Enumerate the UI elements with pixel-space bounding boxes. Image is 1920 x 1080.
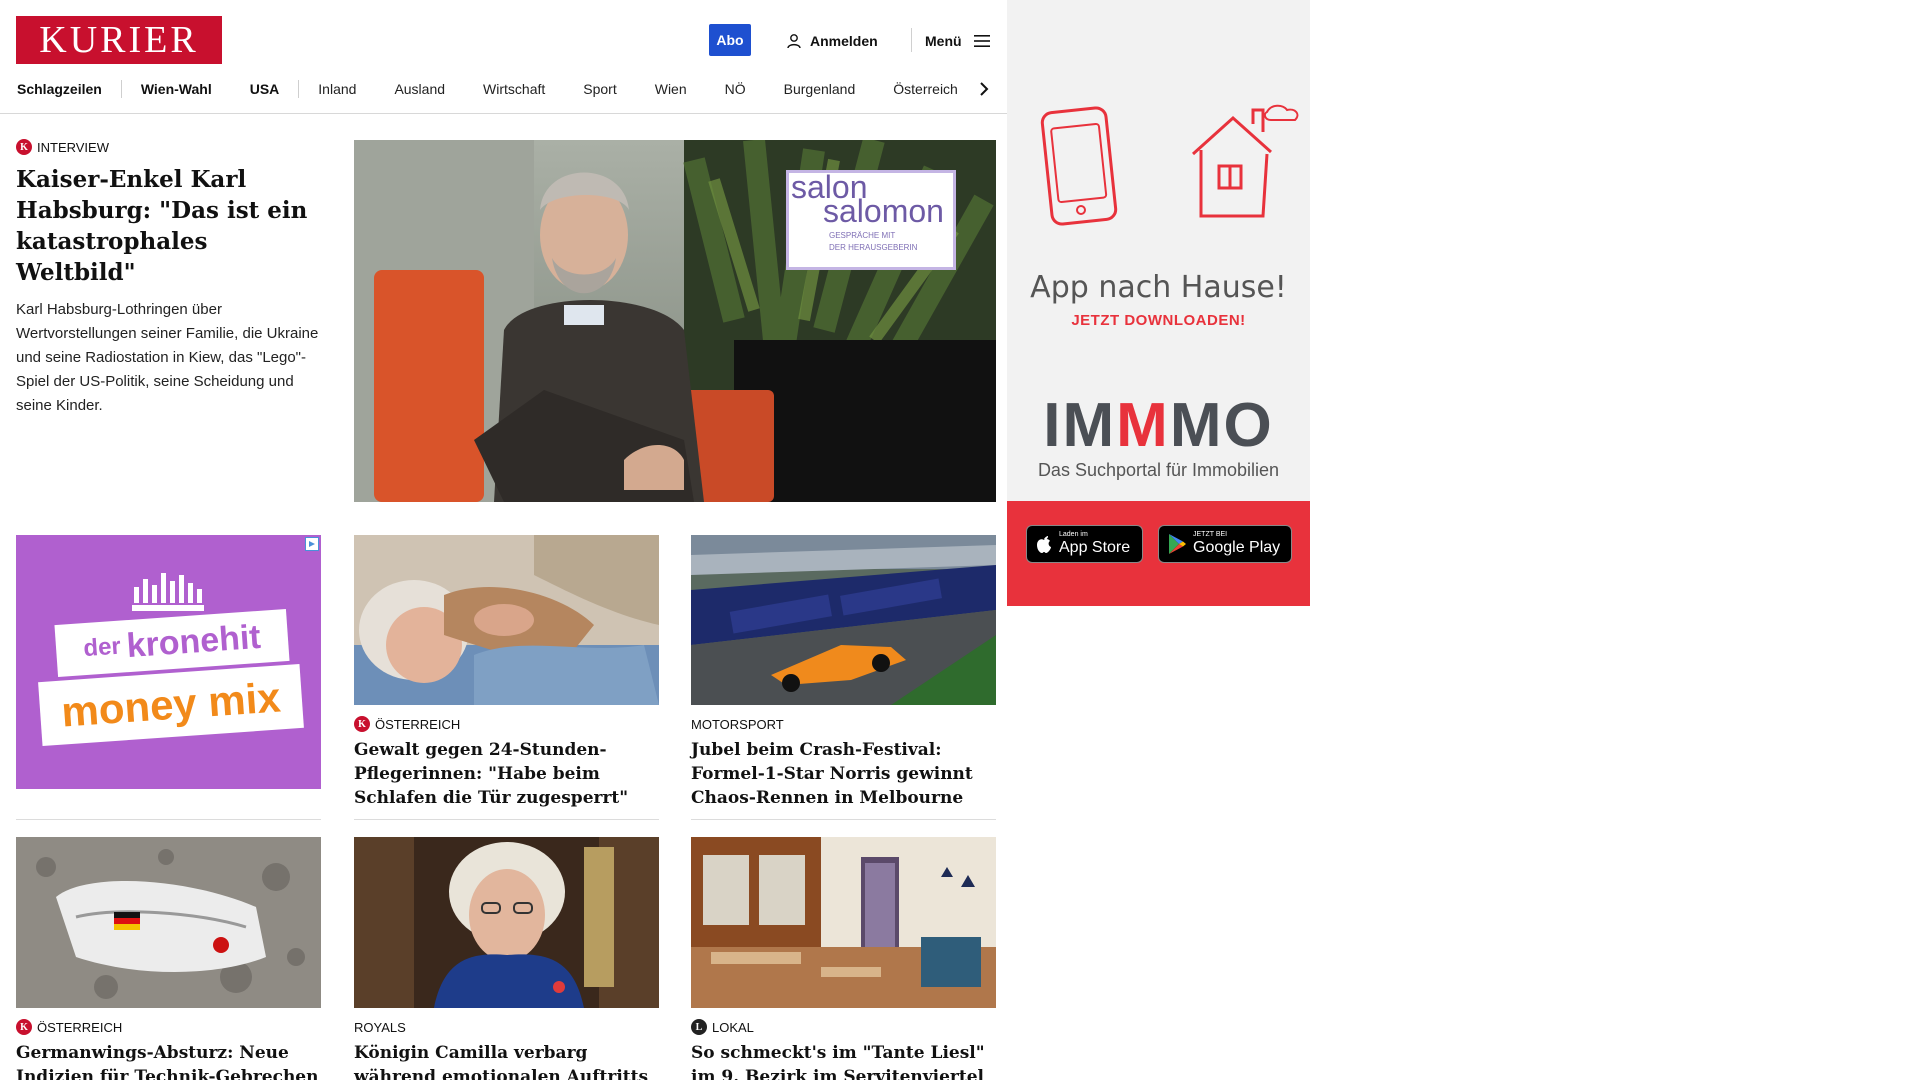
google-play-label: Google Play [1193, 539, 1281, 556]
site-header: KURIER Abo Anmelden Menü Schlagzeilen Wi… [0, 0, 1007, 114]
kurier-logo[interactable]: KURIER [16, 16, 222, 64]
crown-icon [132, 573, 204, 611]
google-play-small: JETZT BEI [1193, 531, 1228, 538]
hamburger-icon [973, 35, 990, 47]
phone-icon [1040, 106, 1118, 226]
apple-icon [1037, 536, 1051, 553]
ad-kronehit: kronehit [125, 617, 262, 665]
lead-teaser: Karl Habsburg-Lothringen über Wertvorste… [16, 301, 319, 414]
k-plus-icon: K [354, 716, 370, 732]
lead-image[interactable]: salon salomon GESPRÄCHE MIT DER HERAUSGE… [354, 140, 996, 502]
k-plus-icon: K [16, 1019, 32, 1035]
card-image-restaurant[interactable] [691, 837, 996, 1008]
house-icon [1191, 104, 1299, 218]
restaurant-photo [691, 837, 996, 1008]
card-kicker-label: ROYALS [354, 1019, 406, 1035]
card-divider [354, 819, 659, 820]
card-kicker-label: MOTORSPORT [691, 716, 784, 732]
pflege-photo [354, 535, 659, 705]
nav-item-noe[interactable]: NÖ [706, 76, 765, 102]
card-divider [691, 819, 996, 820]
lead-headline[interactable]: Kaiser-Enkel Karl Habsburg: "Das ist ein… [16, 164, 321, 288]
card-headline[interactable]: So schmeckt's im "Tante Liesl" im 9. Bez… [691, 1041, 994, 1080]
chevron-right-icon [980, 82, 989, 96]
kronehit-card-bottom: money mix [38, 663, 304, 747]
salon-salomon-badge: salon salomon GESPRÄCHE MIT DER HERAUSGE… [786, 169, 956, 270]
immmo-logo-m: M [1116, 391, 1170, 460]
nav-item-ausland[interactable]: Ausland [375, 76, 464, 102]
nav-item-usa[interactable]: USA [231, 76, 299, 102]
login-label: Anmelden [810, 33, 878, 49]
lead-kicker: K INTERVIEW [16, 138, 321, 156]
kronehit-ad[interactable]: der kronehit money mix [16, 535, 321, 789]
nav-item-wirtschaft[interactable]: Wirtschaft [464, 76, 564, 102]
card-image-germanwings[interactable] [16, 837, 321, 1008]
side-ad-app[interactable]: App nach Hause! JETZT DOWNLOADEN! IMMMO … [1007, 0, 1310, 606]
article-card[interactable]: K ÖSTERREICH Germanwings-Absturz: Neue I… [16, 1008, 319, 1080]
nav-item-sport[interactable]: Sport [564, 76, 635, 102]
badge-subline-1: GESPRÄCHE MIT [829, 231, 896, 240]
abo-button[interactable]: Abo [709, 24, 751, 56]
article-card[interactable]: ROYALS Königin Camilla verbarg während e… [354, 1008, 657, 1080]
app-store-button[interactable]: Laden im App Store [1026, 525, 1143, 563]
badge-subline-2: DER HERAUSGEBERIN [829, 243, 918, 252]
app-store-label: App Store [1059, 539, 1131, 556]
google-play-icon [1169, 534, 1186, 554]
row-divider [16, 819, 321, 820]
nav-item-oesterreich[interactable]: Österreich [874, 76, 977, 102]
app-title: App nach Hause! [1030, 270, 1287, 305]
app-store-small: Laden im [1059, 531, 1088, 538]
camilla-photo [354, 837, 659, 1008]
k-plus-icon: K [16, 139, 32, 155]
card-kicker: ROYALS [354, 1018, 657, 1036]
nav-scroll-right[interactable] [972, 76, 996, 102]
article-card[interactable]: MOTORSPORT Jubel beim Crash-Festival: Fo… [691, 705, 994, 810]
card-headline[interactable]: Jubel beim Crash-Festival: Formel-1-Star… [691, 738, 994, 810]
card-image-formel1[interactable] [691, 535, 996, 705]
lokal-icon: L [691, 1019, 707, 1035]
card-kicker-label: ÖSTERREICH [375, 716, 461, 732]
google-play-button[interactable]: JETZT BEI Google Play [1158, 525, 1292, 563]
card-kicker: K ÖSTERREICH [16, 1018, 319, 1036]
adchoices-icon[interactable] [305, 537, 319, 551]
card-headline[interactable]: Germanwings-Absturz: Neue Indizien für T… [16, 1041, 319, 1080]
app-download-cta[interactable]: JETZT DOWNLOADEN! [1007, 312, 1310, 329]
lead-kicker-label: INTERVIEW [37, 139, 109, 155]
nav-item-wien-wahl[interactable]: Wien-Wahl [122, 76, 231, 102]
lead-article[interactable]: K INTERVIEW Kaiser-Enkel Karl Habsburg: … [16, 138, 321, 418]
germanwings-photo [16, 837, 321, 1008]
article-card[interactable]: K ÖSTERREICH Gewalt gegen 24-Stunden-Pfl… [354, 705, 657, 810]
formel1-photo [691, 535, 996, 705]
card-kicker: MOTORSPORT [691, 715, 994, 733]
menu-label: Menü [925, 33, 962, 49]
nav-item-wien[interactable]: Wien [636, 76, 706, 102]
immmo-tagline: Das Suchportal für Immobilien [1037, 460, 1280, 480]
main-nav: Schlagzeilen Wien-Wahl USA Inland Auslan… [0, 76, 1007, 102]
immmo-logo-b: MO [1169, 391, 1274, 460]
header-divider [911, 28, 912, 52]
nav-item-schlagzeilen[interactable]: Schlagzeilen [0, 76, 121, 102]
card-kicker: L LOKAL [691, 1018, 994, 1036]
card-kicker-label: ÖSTERREICH [37, 1019, 123, 1035]
nav-item-burgenland[interactable]: Burgenland [765, 76, 875, 102]
card-image-pflege[interactable] [354, 535, 659, 705]
card-headline[interactable]: Gewalt gegen 24-Stunden-Pflegerinnen: "H… [354, 738, 657, 810]
card-headline[interactable]: Königin Camilla verbarg während emotiona… [354, 1041, 657, 1080]
nav-item-inland[interactable]: Inland [299, 76, 375, 102]
card-image-camilla[interactable] [354, 837, 659, 1008]
ad-money-mix: money mix [59, 673, 283, 736]
salomon-label: salomon [823, 193, 944, 229]
immmo-logo: IMMMO [1007, 395, 1310, 457]
ad-der: der [82, 632, 122, 663]
article-card[interactable]: L LOKAL So schmeckt's im "Tante Liesl" i… [691, 1008, 994, 1080]
login-button[interactable]: Anmelden [786, 30, 878, 52]
card-kicker: K ÖSTERREICH [354, 715, 657, 733]
immmo-logo-a: IM [1043, 391, 1117, 460]
user-icon [787, 34, 801, 49]
menu-button[interactable]: Menü [925, 30, 990, 52]
card-kicker-label: LOKAL [712, 1019, 754, 1035]
